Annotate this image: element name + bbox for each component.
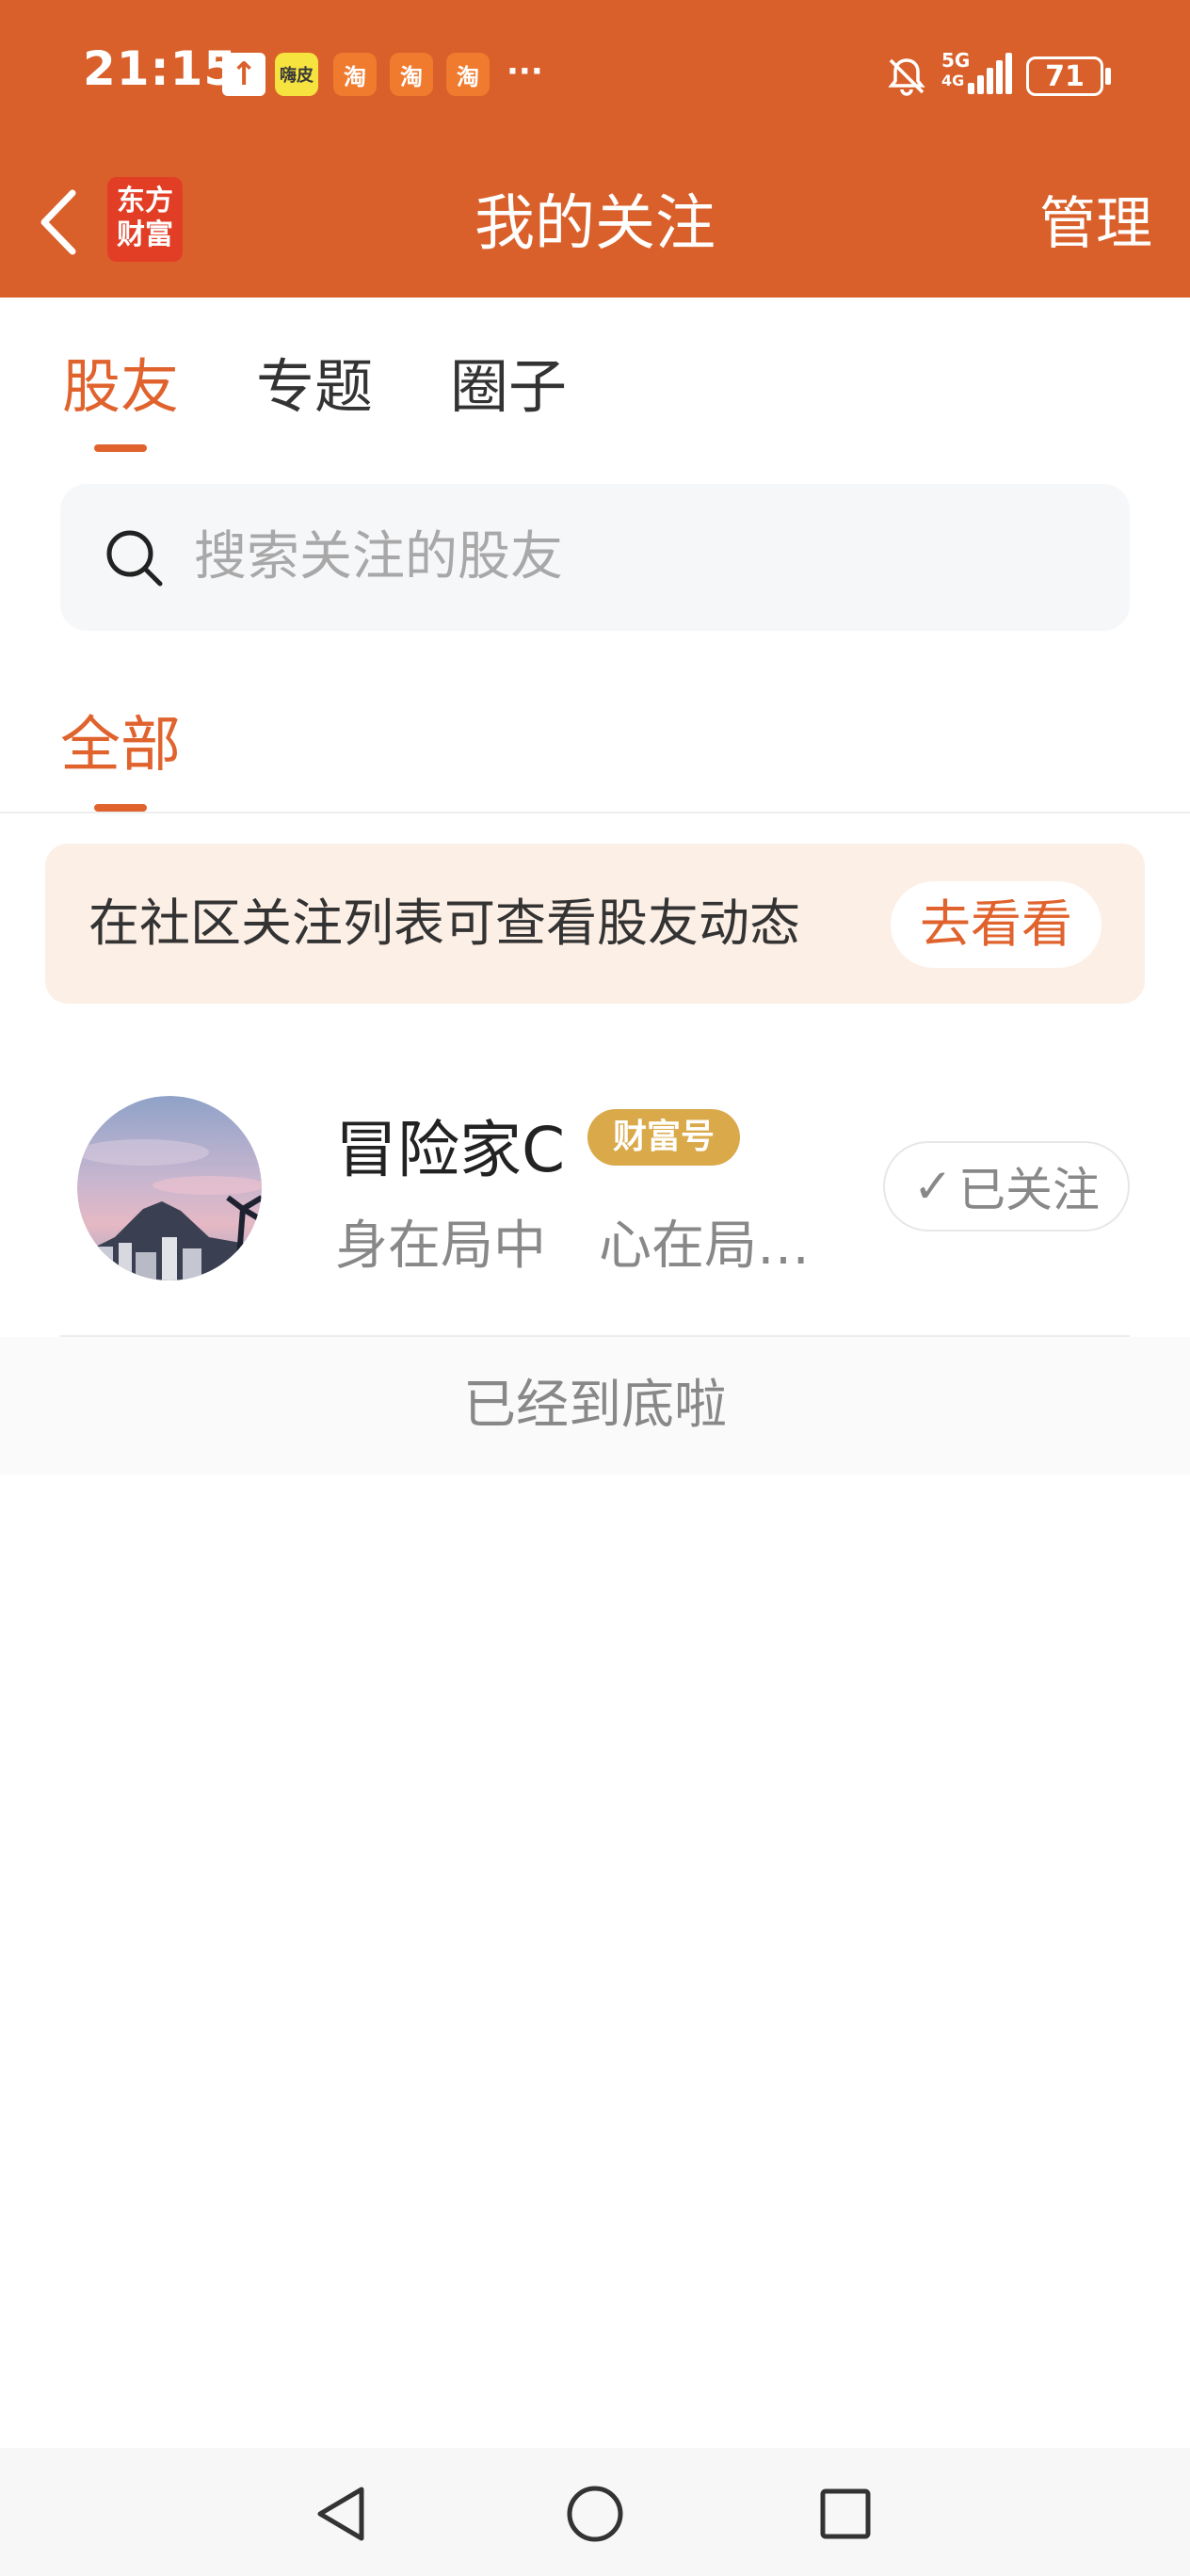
- user-bio: 身在局中 心在局…: [335, 1216, 810, 1277]
- banner-text: 在社区关注列表可查看股友动态: [88, 894, 800, 953]
- tab-friends[interactable]: 股友: [62, 339, 179, 424]
- divider: [0, 812, 1190, 813]
- tab-active-indicator: [94, 444, 147, 452]
- go-see-button[interactable]: 去看看: [891, 881, 1102, 968]
- signal-5g-icon: 5G 4G: [941, 49, 1013, 98]
- header: 21:15 ↑ 嗨皮 淘 淘 淘 ··· 5G 4G 71 我的关注 东方 财富…: [0, 0, 1190, 298]
- nav-back-button[interactable]: [303, 2476, 378, 2552]
- status-badge: 财富号: [587, 1109, 740, 1166]
- battery-icon: 71: [1026, 56, 1103, 96]
- upload-icon: ↑: [222, 53, 265, 96]
- list-end: 已经到底啦: [0, 1337, 1190, 1474]
- nav-recents-button[interactable]: [808, 2476, 883, 2552]
- tab-circles[interactable]: 圈子: [450, 339, 567, 424]
- mute-bell-icon: [888, 58, 925, 96]
- battery-cap: [1105, 68, 1111, 85]
- manage-button[interactable]: 管理: [1039, 179, 1152, 269]
- status-time: 21:15: [83, 41, 238, 96]
- user-name[interactable]: 冒险家C: [335, 1100, 565, 1190]
- followed-label: 已关注: [957, 1163, 1100, 1217]
- taobao-icon: 淘: [446, 53, 490, 96]
- end-of-list-text: 已经到底啦: [463, 1375, 727, 1436]
- followed-button[interactable]: ✓ 已关注: [883, 1141, 1130, 1232]
- taobao-icon: 淘: [333, 53, 377, 96]
- system-nav-bar: [0, 2448, 1190, 2576]
- square-recents-icon: [820, 2488, 871, 2539]
- tab-bar: 股友 专题 圈子: [0, 298, 1190, 458]
- search-icon: [106, 530, 163, 587]
- status-bar: 21:15 ↑ 嗨皮 淘 淘 淘 ··· 5G 4G 71: [0, 0, 1190, 151]
- community-banner: 在社区关注列表可查看股友动态 去看看: [45, 844, 1145, 1004]
- check-icon: ✓: [913, 1159, 953, 1214]
- app-icon: 嗨皮: [275, 53, 318, 96]
- app-logo[interactable]: 东方 财富: [107, 177, 183, 262]
- page: 21:15 ↑ 嗨皮 淘 淘 淘 ··· 5G 4G 71 我的关注 东方 财富…: [0, 0, 1190, 2576]
- triangle-back-icon: [317, 2487, 364, 2541]
- search-input[interactable]: 搜索关注的股友: [60, 484, 1130, 631]
- taobao-icon: 淘: [390, 53, 433, 96]
- chevron-left-icon: [40, 189, 76, 255]
- more-icon: ···: [507, 53, 543, 90]
- circle-home-icon: [567, 2486, 623, 2542]
- filter-active-indicator: [94, 804, 147, 812]
- filter-all[interactable]: 全部: [60, 697, 181, 783]
- back-button[interactable]: [21, 173, 96, 271]
- tab-topics[interactable]: 专题: [256, 339, 373, 424]
- nav-home-button[interactable]: [557, 2476, 633, 2552]
- avatar[interactable]: [77, 1096, 262, 1280]
- search-placeholder: 搜索关注的股友: [194, 526, 563, 588]
- app-bar: 我的关注 东方 财富 管理: [0, 151, 1190, 298]
- list-item[interactable]: 冒险家C 财富号 身在局中 心在局… ✓ 已关注: [0, 1055, 1190, 1337]
